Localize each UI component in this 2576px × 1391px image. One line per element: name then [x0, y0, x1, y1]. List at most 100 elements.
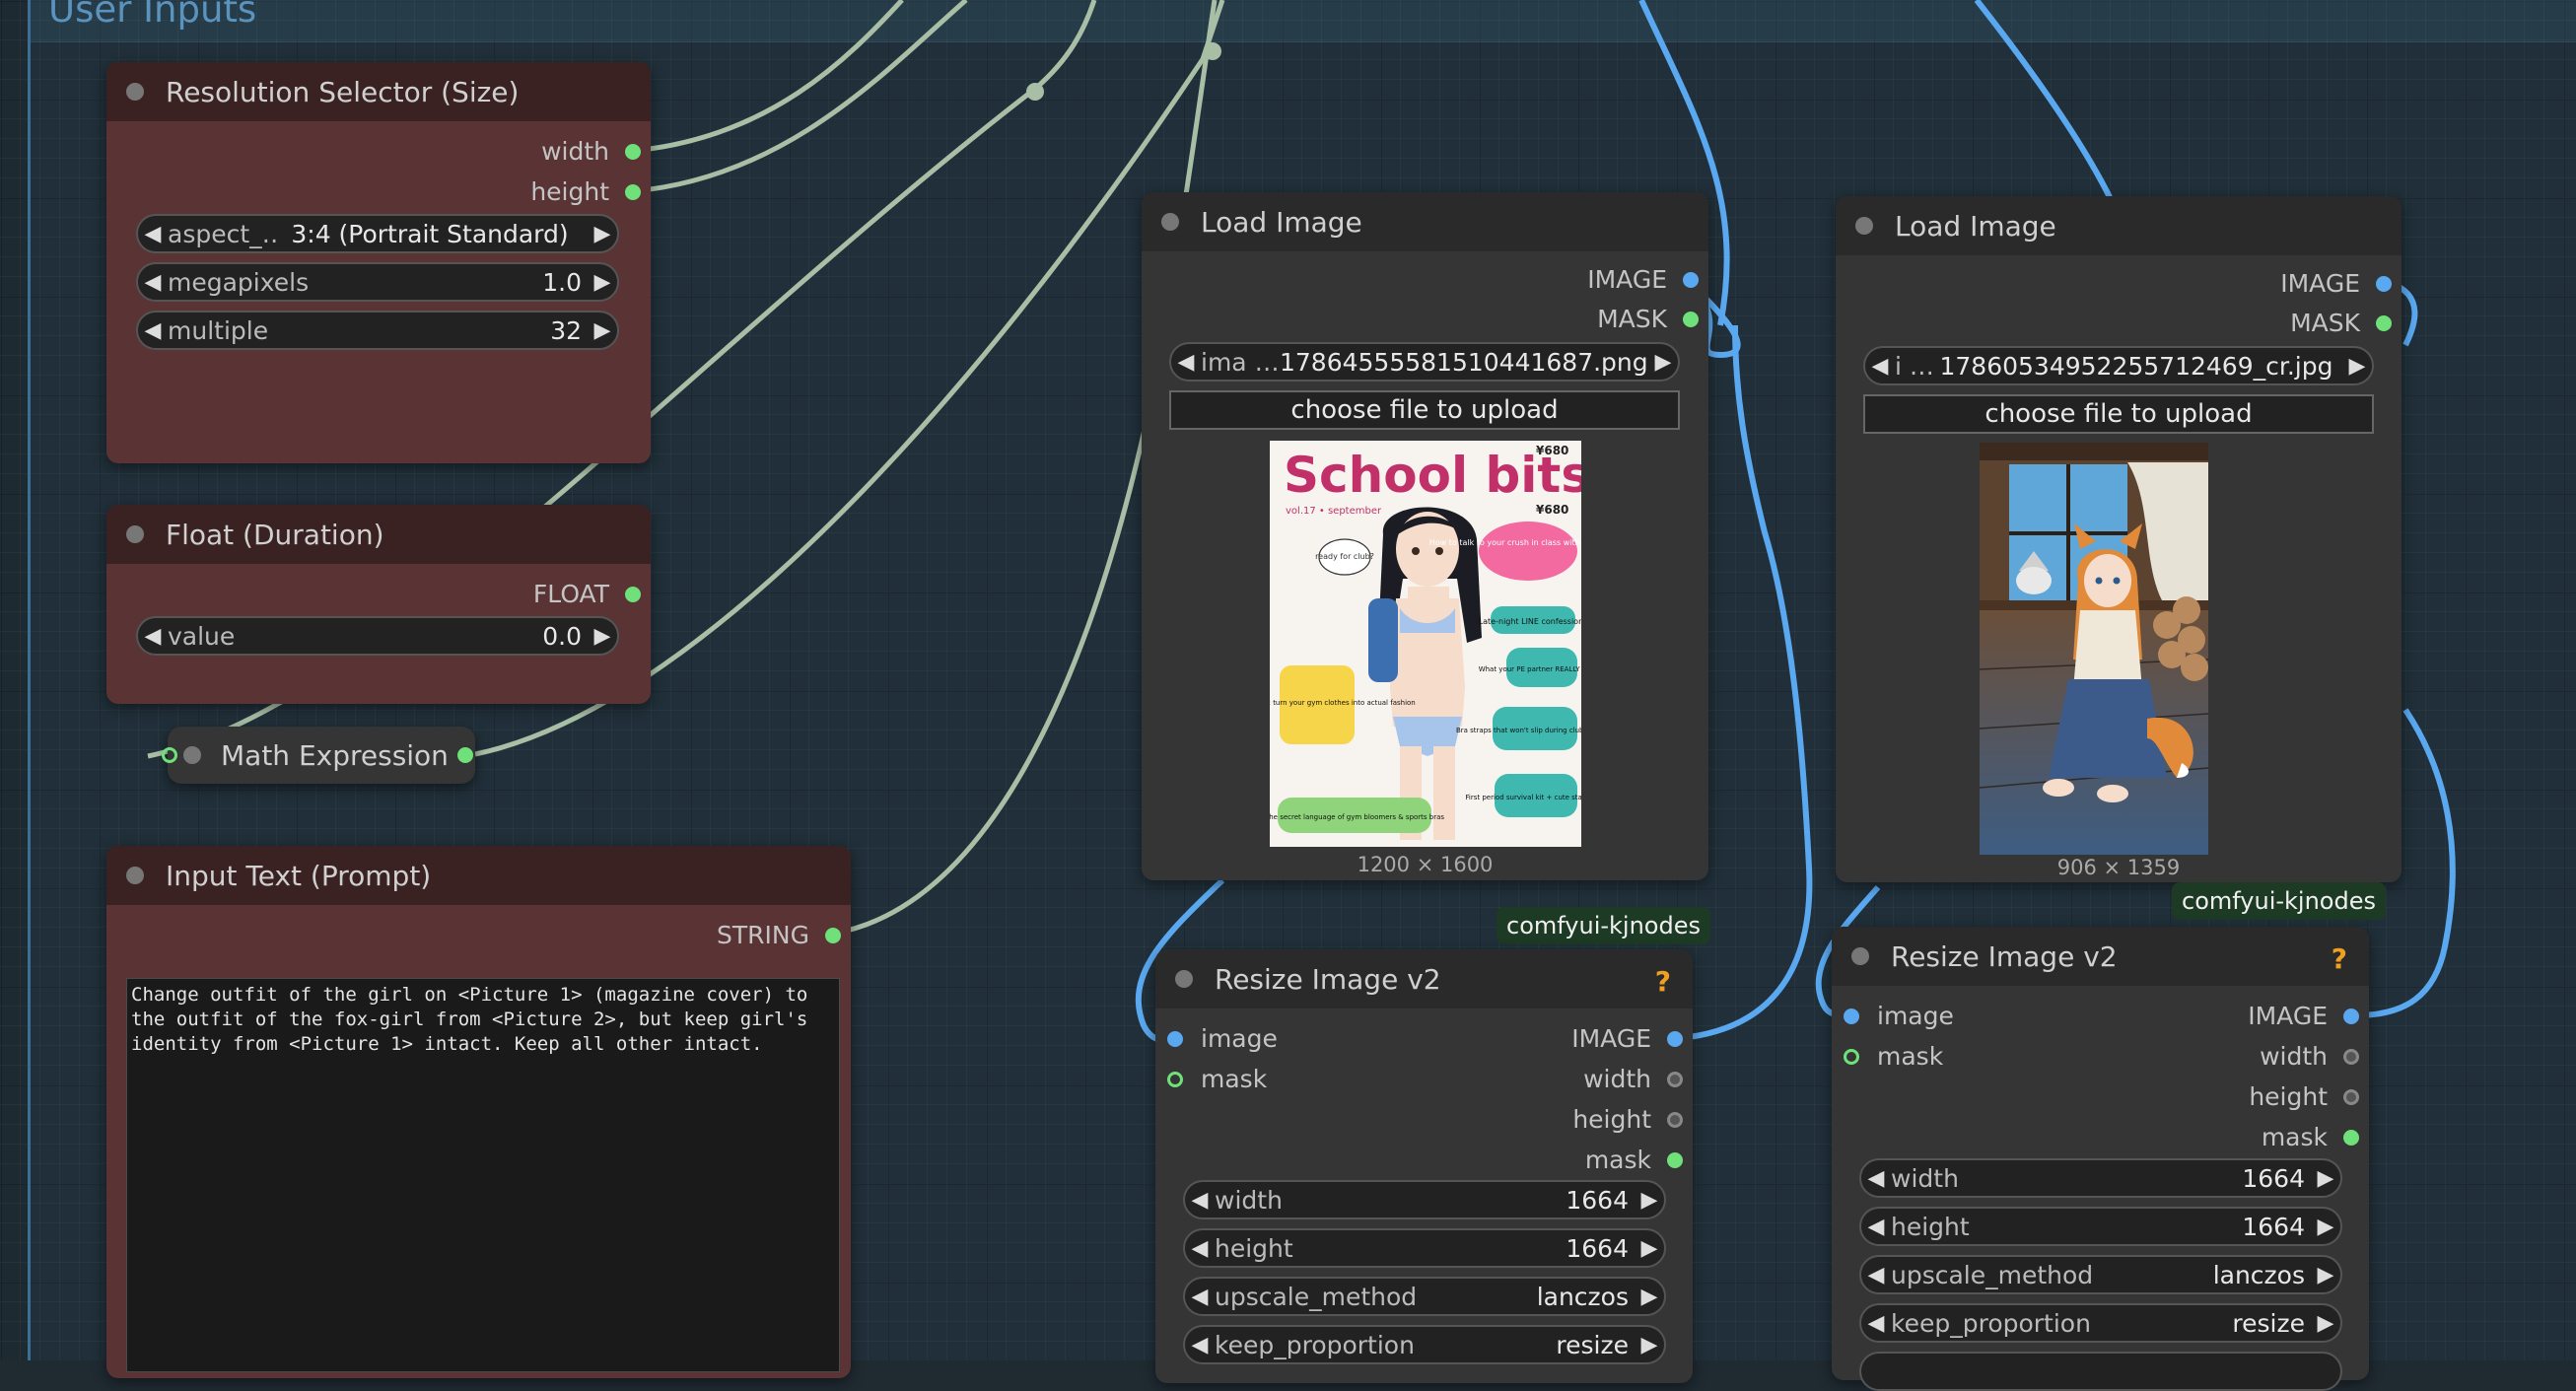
widget-keep-proportion[interactable]: ◀ keep_proportion resize ▶: [1183, 1325, 1666, 1364]
node-resize-image-1[interactable]: Resize Image v2 ? image mask IMAGE width…: [1155, 949, 1693, 1383]
collapse-dot[interactable]: [126, 867, 144, 884]
widget-next[interactable]: [1859, 1352, 2342, 1391]
output-socket[interactable]: [1667, 1151, 1683, 1168]
collapse-dot[interactable]: [1855, 217, 1873, 235]
decrement-arrow-icon[interactable]: ◀: [1865, 354, 1895, 379]
output-socket[interactable]: [825, 927, 841, 943]
output-image[interactable]: IMAGE: [2280, 269, 2402, 298]
increment-arrow-icon[interactable]: ▶: [1635, 1333, 1664, 1357]
widget-height[interactable]: ◀ height 1664 ▶: [1859, 1207, 2342, 1246]
input-socket[interactable]: [1167, 1030, 1183, 1047]
increment-arrow-icon[interactable]: ▶: [2311, 1166, 2340, 1191]
output-mask[interactable]: MASK: [1597, 305, 1708, 333]
decrement-arrow-icon[interactable]: ◀: [138, 270, 168, 295]
node-resolution-selector[interactable]: Resolution Selector (Size) width height …: [106, 62, 651, 463]
node-header[interactable]: Resize Image v2 ?: [1832, 927, 2369, 986]
collapse-dot[interactable]: [1161, 213, 1179, 231]
output-mask[interactable]: mask: [2262, 1123, 2369, 1151]
input-socket[interactable]: [162, 747, 177, 763]
help-icon[interactable]: ?: [2332, 942, 2347, 975]
node-load-image-1[interactable]: Load Image IMAGE MASK ◀ ima … 1786455558…: [1142, 192, 1708, 880]
output-socket[interactable]: [1667, 1071, 1683, 1087]
decrement-arrow-icon[interactable]: ◀: [138, 624, 168, 649]
upload-button[interactable]: choose file to upload: [1169, 390, 1680, 430]
node-header[interactable]: Load Image: [1142, 192, 1708, 251]
input-socket[interactable]: [1844, 1048, 1859, 1065]
collapse-dot[interactable]: [126, 525, 144, 543]
node-float-duration[interactable]: Float (Duration) FLOAT ◀ value 0.0 ▶: [106, 505, 651, 704]
output-socket[interactable]: [2376, 314, 2392, 331]
node-input-text-prompt[interactable]: Input Text (Prompt) STRING Change outfit…: [106, 846, 851, 1378]
node-header[interactable]: Resize Image v2 ?: [1155, 949, 1693, 1008]
decrement-arrow-icon[interactable]: ◀: [138, 222, 168, 246]
input-image[interactable]: image: [1832, 1002, 1954, 1030]
node-header[interactable]: Input Text (Prompt): [106, 846, 851, 905]
decrement-arrow-icon[interactable]: ◀: [1185, 1285, 1215, 1309]
node-header[interactable]: Load Image: [1836, 196, 2402, 255]
decrement-arrow-icon[interactable]: ◀: [1185, 1333, 1215, 1357]
output-image[interactable]: IMAGE: [1587, 265, 1708, 294]
collapse-dot[interactable]: [1175, 970, 1193, 988]
increment-arrow-icon[interactable]: ▶: [2311, 1215, 2340, 1239]
output-socket[interactable]: [1667, 1030, 1683, 1047]
output-height[interactable]: height: [1572, 1105, 1693, 1134]
widget-upscale-method[interactable]: ◀ upscale_method lanczos ▶: [1859, 1255, 2342, 1294]
input-socket[interactable]: [1167, 1071, 1183, 1087]
output-mask[interactable]: MASK: [2290, 309, 2402, 337]
decrement-arrow-icon[interactable]: ◀: [1861, 1215, 1891, 1239]
node-header[interactable]: Resolution Selector (Size): [106, 62, 651, 121]
input-mask[interactable]: mask: [1832, 1042, 1943, 1071]
output-mask[interactable]: mask: [1585, 1146, 1693, 1174]
output-image[interactable]: IMAGE: [1571, 1024, 1693, 1053]
widget-megapixels[interactable]: ◀ megapixels 1.0 ▶: [136, 262, 619, 302]
collapse-dot[interactable]: [126, 83, 144, 101]
input-mask[interactable]: mask: [1155, 1065, 1267, 1093]
output-socket[interactable]: [2376, 275, 2392, 292]
output-float[interactable]: FLOAT: [533, 580, 651, 608]
node-header[interactable]: Float (Duration): [106, 505, 651, 564]
widget-upscale-method[interactable]: ◀ upscale_method lanczos ▶: [1183, 1277, 1666, 1316]
decrement-arrow-icon[interactable]: ◀: [1861, 1311, 1891, 1336]
input-socket[interactable]: [1844, 1008, 1859, 1024]
increment-arrow-icon[interactable]: ▶: [2342, 354, 2372, 379]
increment-arrow-icon[interactable]: ▶: [1635, 1188, 1664, 1213]
help-icon[interactable]: ?: [1655, 965, 1671, 998]
widget-width[interactable]: ◀ width 1664 ▶: [1183, 1180, 1666, 1219]
decrement-arrow-icon[interactable]: ◀: [1861, 1166, 1891, 1191]
widget-width[interactable]: ◀ width 1664 ▶: [1859, 1158, 2342, 1198]
output-socket[interactable]: [457, 747, 473, 763]
upload-button[interactable]: choose file to upload: [1863, 394, 2374, 434]
increment-arrow-icon[interactable]: ▶: [588, 624, 617, 649]
decrement-arrow-icon[interactable]: ◀: [1185, 1236, 1215, 1261]
increment-arrow-icon[interactable]: ▶: [1635, 1285, 1664, 1309]
node-resize-image-2[interactable]: Resize Image v2 ? image mask IMAGE width…: [1832, 927, 2369, 1391]
output-string[interactable]: STRING: [717, 921, 851, 949]
decrement-arrow-icon[interactable]: ◀: [1861, 1263, 1891, 1287]
collapse-dot[interactable]: [1851, 947, 1869, 965]
widget-image-file[interactable]: ◀ i … 17860534952255712469_cr.jpg ▶: [1863, 346, 2374, 385]
output-height[interactable]: height: [2249, 1082, 2369, 1111]
widget-image-file[interactable]: ◀ ima … 1786455558151044168​7.png ▶: [1169, 342, 1680, 382]
increment-arrow-icon[interactable]: ▶: [588, 318, 617, 343]
output-socket[interactable]: [1683, 271, 1699, 288]
output-socket[interactable]: [625, 586, 641, 602]
decrement-arrow-icon[interactable]: ◀: [138, 318, 168, 343]
increment-arrow-icon[interactable]: ▶: [1648, 350, 1678, 375]
node-math-expression[interactable]: Math Expression: [162, 727, 475, 784]
output-socket[interactable]: [1683, 311, 1699, 327]
output-socket[interactable]: [2343, 1129, 2359, 1146]
output-socket[interactable]: [625, 143, 641, 160]
collapse-dot[interactable]: [183, 746, 201, 764]
output-socket[interactable]: [1667, 1111, 1683, 1128]
widget-keep-proportion[interactable]: ◀ keep_proportion resize ▶: [1859, 1303, 2342, 1343]
node-load-image-2[interactable]: Load Image IMAGE MASK ◀ i … 178605349522…: [1836, 196, 2402, 882]
input-image[interactable]: image: [1155, 1024, 1278, 1053]
output-socket[interactable]: [2343, 1008, 2359, 1024]
output-width[interactable]: width: [541, 137, 651, 166]
widget-value[interactable]: ◀ value 0.0 ▶: [136, 616, 619, 656]
prompt-textarea[interactable]: Change outfit of the girl on <Picture 1>…: [126, 978, 840, 1372]
increment-arrow-icon[interactable]: ▶: [2311, 1263, 2340, 1287]
decrement-arrow-icon[interactable]: ◀: [1171, 350, 1201, 375]
output-socket[interactable]: [2343, 1048, 2359, 1065]
increment-arrow-icon[interactable]: ▶: [588, 270, 617, 295]
